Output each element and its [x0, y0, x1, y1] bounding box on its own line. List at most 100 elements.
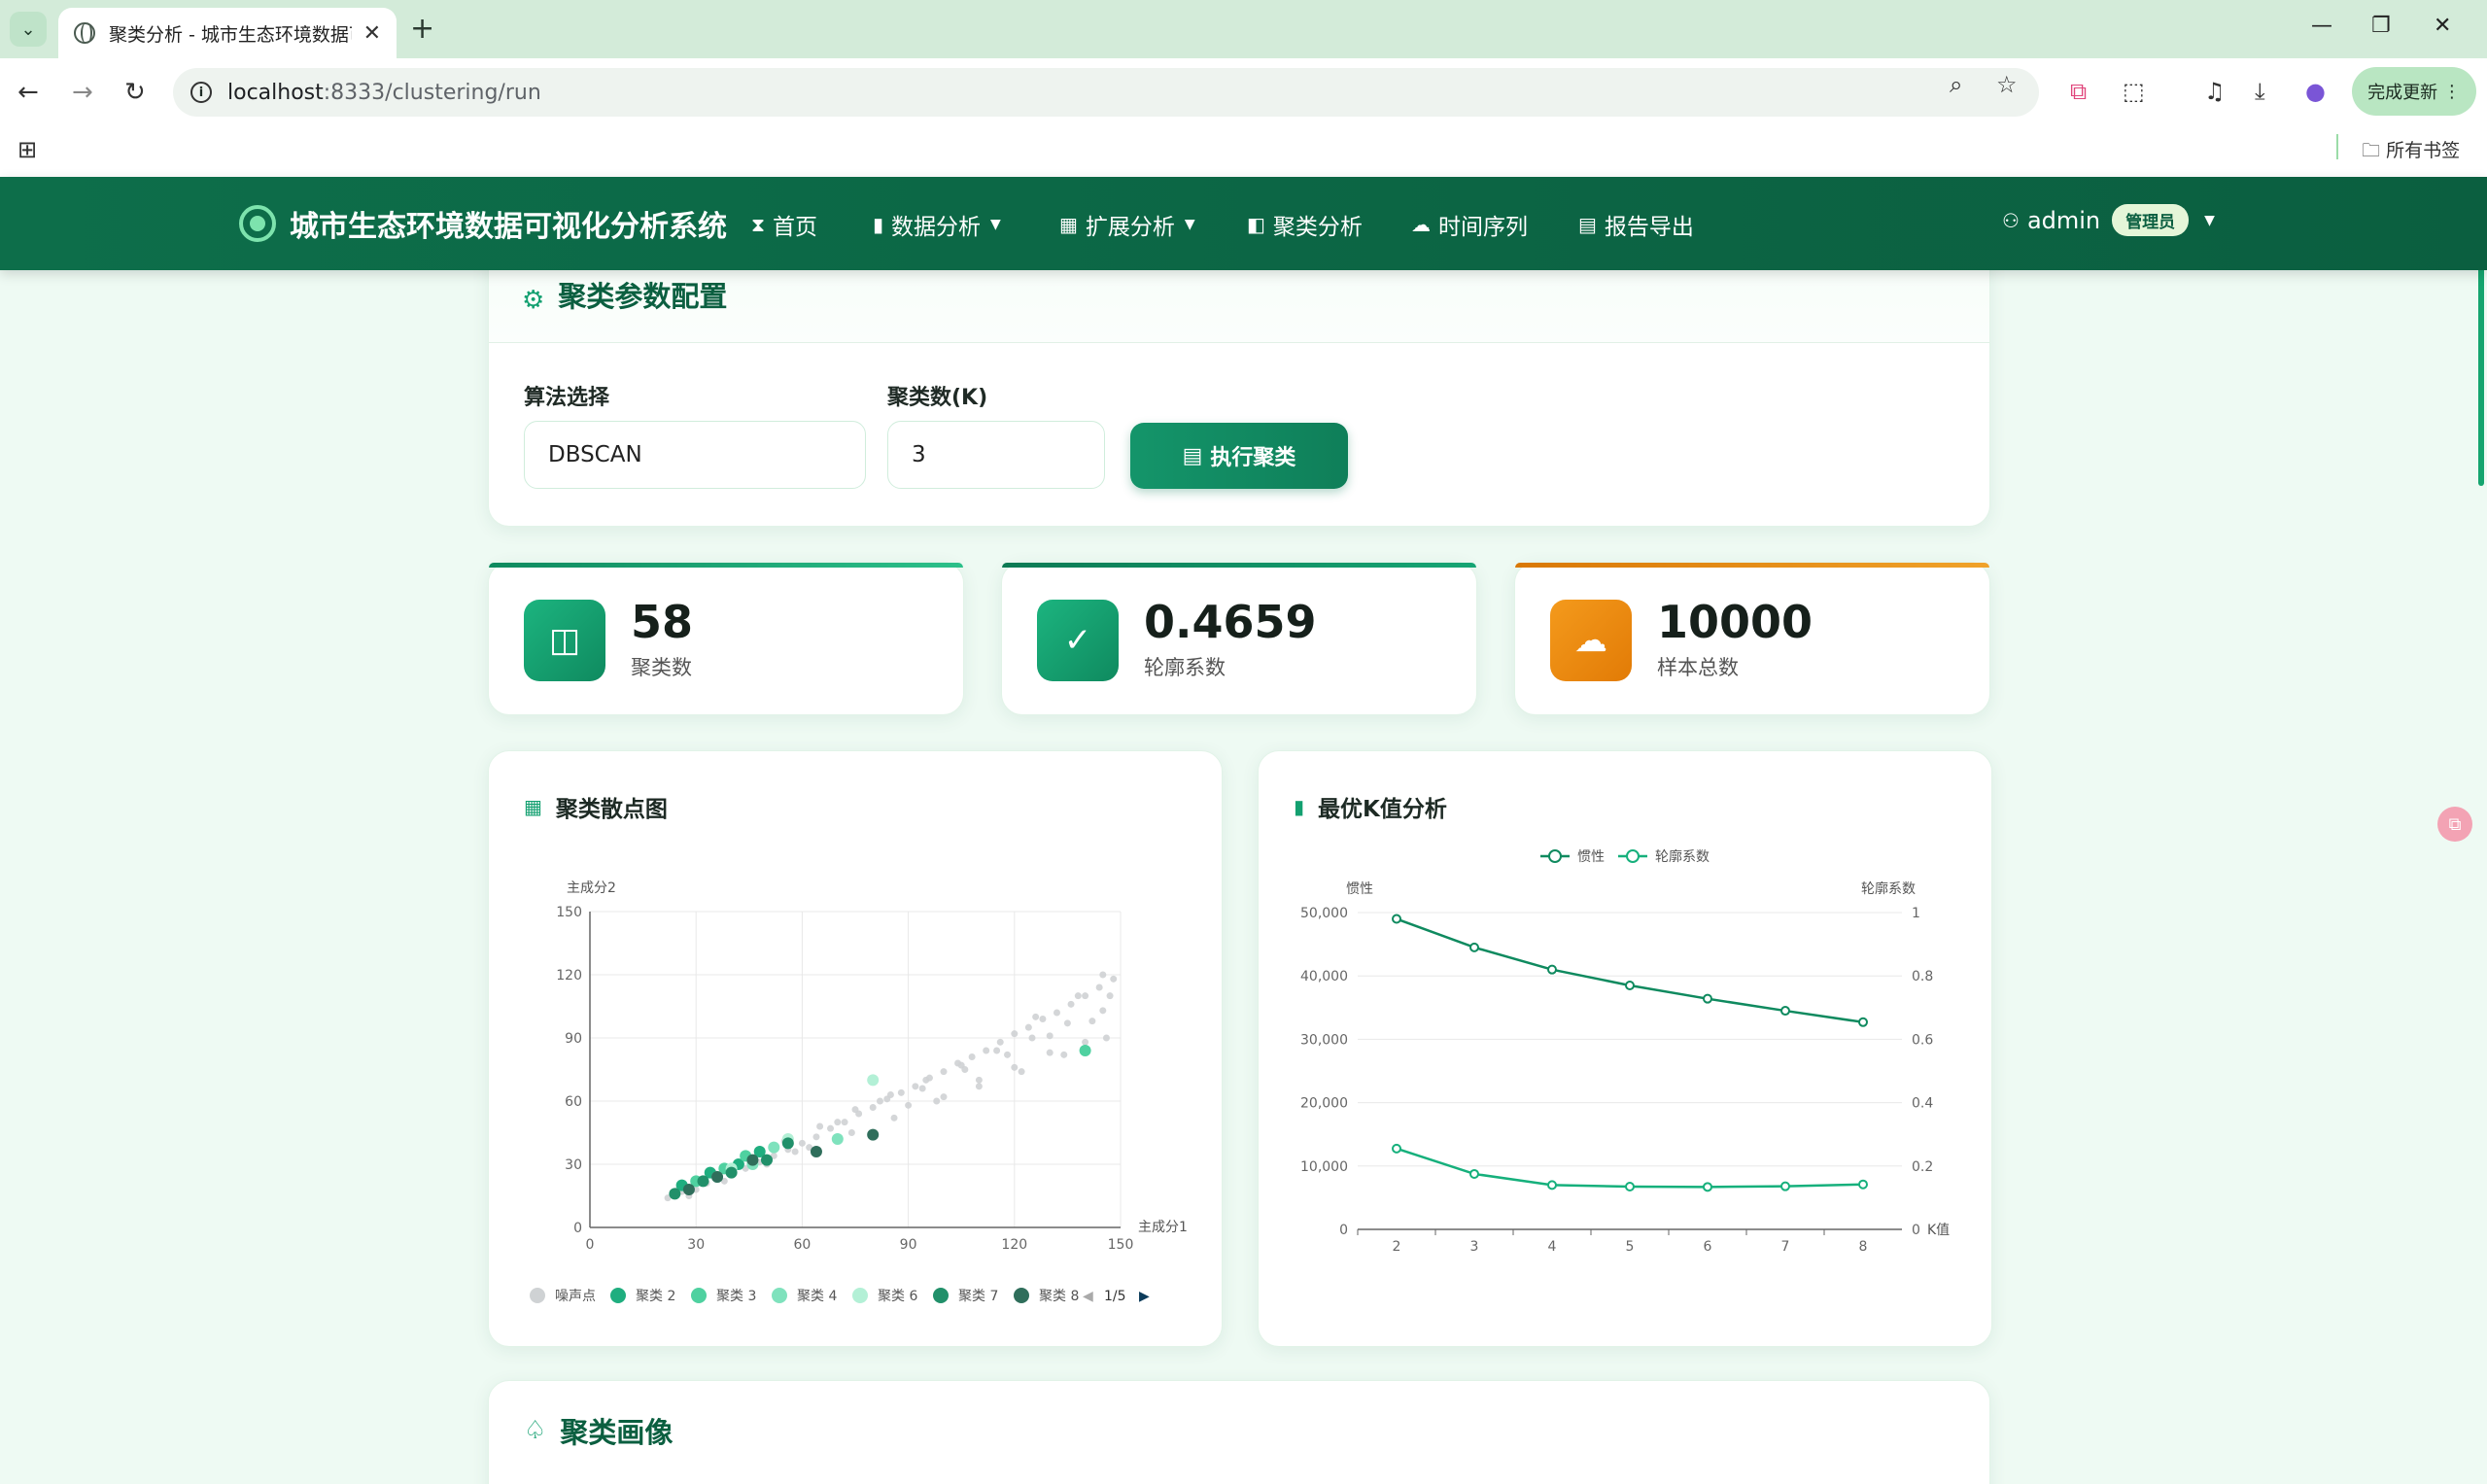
chevron-down-icon: ⌄ — [20, 18, 36, 40]
scatter-point — [867, 1074, 880, 1087]
scatter-point — [996, 1038, 1004, 1046]
k-line-chart[interactable]: 0 0 10,000 0.2 20,000 0.4 30,000 0.6 40,000 0.8 50… — [1259, 751, 1993, 1348]
scatter-point — [897, 1088, 905, 1096]
scatter-point — [968, 1053, 976, 1060]
y-right-tick-label: 0 — [1912, 1223, 1920, 1238]
translate-extension-icon[interactable]: ⧉ — [2070, 78, 2087, 105]
legend-marker — [530, 1288, 545, 1303]
bookmark-star-icon[interactable]: ☆ — [1996, 71, 2018, 98]
apps-grid-icon[interactable]: ⊞ — [17, 136, 37, 163]
scatter-point — [933, 1097, 941, 1105]
legend-label: 聚类 7 — [958, 1289, 998, 1304]
stat-label: 聚类数 — [631, 656, 692, 679]
window-close-icon[interactable]: ✕ — [2434, 14, 2451, 38]
legend-label: 惯性 — [1577, 848, 1605, 865]
scatter-point — [940, 1068, 948, 1076]
y-left-tick-label: 30,000 — [1300, 1032, 1348, 1048]
close-icon[interactable]: ✕ — [363, 21, 381, 46]
site-info-icon[interactable]: i — [190, 82, 212, 103]
nav-report-export[interactable]: ▤ 报告导出 — [1578, 208, 1694, 241]
extensions-icon[interactable]: ⬚ — [2123, 78, 2145, 105]
user-menu[interactable]: ⚇ admin 管理员 ▼ — [2002, 204, 2215, 236]
run-clustering-button[interactable]: ▤ 执行聚类 — [1130, 423, 1348, 489]
y-left-axis-label: 惯性 — [1346, 880, 1373, 897]
nav-extended-analysis[interactable]: ▦ 扩展分析 ▼ — [1059, 208, 1195, 241]
x-tick-label: 30 — [687, 1237, 705, 1253]
nav-data-analysis-label: 数据分析 — [891, 215, 982, 240]
scatter-point — [834, 1119, 842, 1126]
brand-title: 城市生态环境数据可视化分析系统 — [290, 210, 727, 244]
nav-home-label: 首页 — [773, 215, 818, 240]
bar-chart-icon: ▮ — [873, 213, 884, 236]
media-icon[interactable]: ♫ — [2204, 78, 2226, 105]
username: admin — [2026, 206, 2101, 234]
scatter-point — [869, 1104, 877, 1111]
legend-label: 噪声点 — [555, 1289, 596, 1304]
bookmarks-bar: ⊞ 🗀 所有书签 — [0, 126, 2487, 177]
k-input[interactable]: 3 — [887, 421, 1105, 489]
scatter-point — [1004, 1051, 1012, 1058]
scatter-point — [1024, 1023, 1032, 1031]
cloud-icon: ☁ — [1411, 213, 1431, 236]
stat-card-samples: ☁ 10000 样本总数 — [1514, 562, 1990, 715]
zoom-icon[interactable]: ⌕ — [1950, 71, 1962, 98]
stat-card-clusters: ◫ 58 聚类数 — [488, 562, 964, 715]
scatter-point — [912, 1083, 919, 1090]
panel-icon: ◧ — [1247, 213, 1265, 236]
k-analysis-chart-card: ▮ 最优K值分析 0 0 10,000 0.2 20,000 0.4 30,000 0.6 40,… — [1258, 750, 1992, 1347]
brand[interactable]: 城市生态环境数据可视化分析系统 — [239, 202, 727, 245]
legend-label: 聚类 3 — [716, 1289, 756, 1304]
all-bookmarks[interactable]: 🗀 所有书签 — [2362, 136, 2460, 168]
tab-search-button[interactable]: ⌄ — [10, 12, 47, 47]
x-tick-label: 150 — [1108, 1237, 1134, 1253]
reload-icon[interactable]: ↻ — [124, 78, 146, 107]
scatter-point — [1102, 1034, 1110, 1042]
back-icon[interactable]: ← — [17, 78, 39, 107]
scatter-point — [669, 1188, 681, 1200]
new-tab-icon[interactable]: + — [410, 12, 434, 46]
translate-float-icon[interactable]: ⧉ — [2437, 807, 2472, 842]
check-circle-icon: ✓ — [1037, 600, 1119, 681]
series-point — [1703, 993, 1712, 1004]
scatter-point — [975, 1083, 983, 1090]
nav-data-analysis[interactable]: ▮ 数据分析 ▼ — [873, 208, 1001, 241]
address-bar[interactable]: i localhost:8333/clustering/run — [173, 68, 2039, 117]
stat-accent-bar — [489, 563, 963, 568]
scatter-point — [725, 1166, 738, 1179]
minimize-icon[interactable]: — — [2311, 14, 2332, 38]
series-point — [1703, 1182, 1712, 1192]
scatter-chart[interactable]: 0 30 60 90 120 150 0 30 60 90 120 150 主成分2 主成分1 噪声点 聚类 … — [489, 751, 1224, 1348]
url-host: localhost — [227, 80, 324, 105]
forward-icon[interactable]: → — [72, 78, 93, 107]
scatter-point — [761, 1154, 773, 1166]
file-icon: ▤ — [1578, 213, 1597, 236]
restore-icon[interactable]: ❐ — [2371, 14, 2391, 38]
page-scrollbar[interactable] — [2478, 233, 2484, 486]
legend-label: 轮廓系数 — [1655, 848, 1710, 865]
nav-home[interactable]: ⧗ 首页 — [751, 208, 817, 241]
nav-time-series[interactable]: ☁ 时间序列 — [1411, 208, 1528, 241]
legend-label: 聚类 4 — [797, 1289, 837, 1304]
algorithm-select[interactable]: DBSCAN — [524, 421, 866, 489]
x-tick-label: 90 — [900, 1237, 917, 1253]
url-path: :8333/clustering/run — [323, 80, 541, 105]
update-button[interactable]: 完成更新 ⋮ — [2352, 67, 2476, 116]
config-title: 聚类参数配置 — [558, 280, 728, 313]
series-point — [1547, 1180, 1557, 1191]
gear-icon: ⚙ — [522, 286, 545, 315]
all-bookmarks-label: 所有书签 — [2386, 140, 2461, 161]
algorithm-value: DBSCAN — [548, 442, 642, 467]
y-left-tick-label: 50,000 — [1300, 906, 1348, 921]
legend-marker — [691, 1288, 707, 1303]
scatter-point — [791, 1148, 799, 1156]
series-line — [1396, 917, 1864, 1024]
download-icon[interactable]: ⤓ — [2255, 78, 2265, 105]
x-axis-label: 主成分1 — [1138, 1220, 1188, 1235]
stat-label: 轮廓系数 — [1144, 656, 1226, 679]
nav-clustering[interactable]: ◧ 聚类分析 — [1247, 208, 1363, 241]
y-tick-label: 120 — [556, 968, 582, 984]
profile-avatar-icon[interactable]: ● — [2305, 78, 2326, 105]
scatter-point — [918, 1085, 926, 1092]
y-left-tick-label: 10,000 — [1300, 1159, 1348, 1175]
browser-tab-active[interactable]: 聚类分析 - 城市生态环境数据可 ✕ — [58, 8, 397, 58]
